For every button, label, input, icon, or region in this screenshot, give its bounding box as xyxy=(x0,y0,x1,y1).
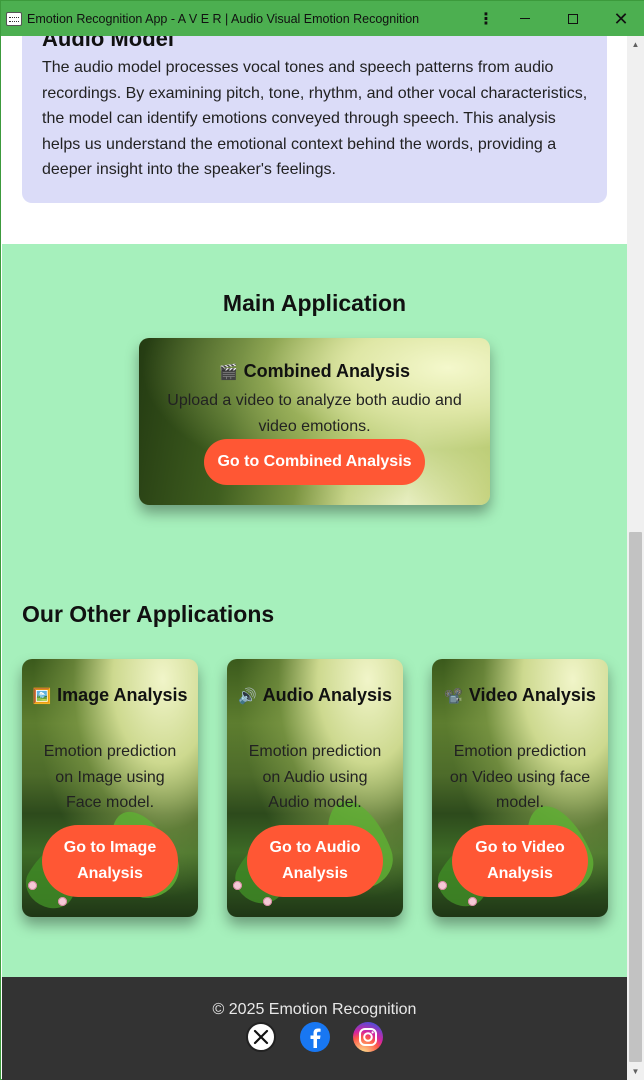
maximize-icon xyxy=(568,13,578,24)
combined-analysis-title-text: Combined Analysis xyxy=(243,361,411,381)
page-footer: © 2025 Emotion Recognition xyxy=(2,977,627,1080)
main-application-heading: Main Application xyxy=(222,290,407,316)
film-projector-icon: 📽️ xyxy=(444,688,463,705)
instagram-logo-glyph xyxy=(359,1028,377,1046)
clapperboard-icon: 🎬 xyxy=(218,364,238,381)
image-analysis-description: Emotion prediction on Image using Face m… xyxy=(43,743,177,811)
minimize-icon xyxy=(520,18,530,19)
other-applications-heading: Our Other Applications xyxy=(22,601,275,627)
speaker-icon: 🔊 xyxy=(237,688,257,705)
go-to-image-analysis-button[interactable]: Go to Image Analysis xyxy=(42,825,178,897)
video-analysis-title-text: Video Analysis xyxy=(468,685,596,705)
close-icon: ✕ xyxy=(613,8,629,29)
audio-analysis-description: Emotion prediction on Audio using Audio … xyxy=(248,743,382,811)
scroll-down-icon[interactable]: ▼ xyxy=(627,1063,644,1080)
go-to-audio-analysis-button[interactable]: Go to Audio Analysis xyxy=(247,825,383,897)
combined-analysis-card: 🎬 Combined Analysis Upload a video to ana… xyxy=(139,338,490,505)
window-title: Emotion Recognition App - A V E R | Audi… xyxy=(27,11,420,26)
audio-analysis-title: 🔊 Audio Analysis xyxy=(227,680,403,712)
framed-picture-icon: 🖼️ xyxy=(32,688,52,705)
close-button[interactable]: ✕ xyxy=(597,1,644,36)
x-icon[interactable] xyxy=(246,1022,276,1052)
go-to-video-analysis-button[interactable]: Go to Video Analysis xyxy=(452,825,588,897)
audio-model-heading: Audio Model xyxy=(42,36,174,51)
facebook-icon[interactable] xyxy=(300,1022,330,1052)
scrollbar-thumb[interactable] xyxy=(629,532,642,1062)
audio-model-description: The audio model processes vocal tones an… xyxy=(42,59,588,178)
maximize-button[interactable] xyxy=(549,1,597,36)
facebook-logo-glyph xyxy=(310,1028,321,1048)
image-analysis-title-text: Image Analysis xyxy=(57,685,188,705)
flower-decoration xyxy=(468,897,477,906)
vertical-scrollbar[interactable]: ▲ ▼ xyxy=(627,36,644,1080)
image-analysis-card: 🖼️ Image Analysis Emotion prediction on I… xyxy=(22,659,198,917)
audio-model-card: Audio Model The audio model processes vo… xyxy=(22,36,607,203)
page-viewport: Audio Model The audio model processes vo… xyxy=(2,36,627,1080)
window-titlebar: Emotion Recognition App - A V E R | Audi… xyxy=(1,1,644,36)
minimize-button[interactable] xyxy=(501,1,549,36)
go-to-combined-analysis-button[interactable]: Go to Combined Analysis xyxy=(204,439,425,485)
flower-decoration xyxy=(438,881,447,890)
combined-analysis-description: Upload a video to analyze both audio and… xyxy=(167,392,462,435)
video-analysis-description: Emotion prediction on Video using face m… xyxy=(449,743,591,811)
flower-decoration xyxy=(263,897,272,906)
instagram-icon[interactable] xyxy=(353,1022,383,1052)
about-section: Audio Model The audio model processes vo… xyxy=(2,36,627,244)
flower-decoration xyxy=(233,881,242,890)
x-logo-glyph xyxy=(253,1029,269,1045)
video-analysis-card: 📽️ Video Analysis Emotion prediction on V… xyxy=(432,659,608,917)
image-analysis-title: 🖼️ Image Analysis xyxy=(22,680,198,712)
scroll-up-icon[interactable]: ▲ xyxy=(627,36,644,53)
more-options-icon[interactable]: ⋮ xyxy=(471,1,501,36)
flower-decoration xyxy=(58,897,67,906)
copyright-text: © 2025 Emotion Recognition xyxy=(212,1001,417,1018)
audio-analysis-title-text: Audio Analysis xyxy=(262,685,393,705)
video-analysis-title: 📽️ Video Analysis xyxy=(432,680,608,712)
applications-section: Main Application 🎬 Combined Analysis Uplo… xyxy=(2,244,627,977)
audio-analysis-card: 🔊 Audio Analysis Emotion prediction on Au… xyxy=(227,659,403,917)
app-window-icon xyxy=(6,11,22,26)
flower-decoration xyxy=(28,881,37,890)
combined-analysis-title: 🎬 Combined Analysis xyxy=(139,361,490,382)
